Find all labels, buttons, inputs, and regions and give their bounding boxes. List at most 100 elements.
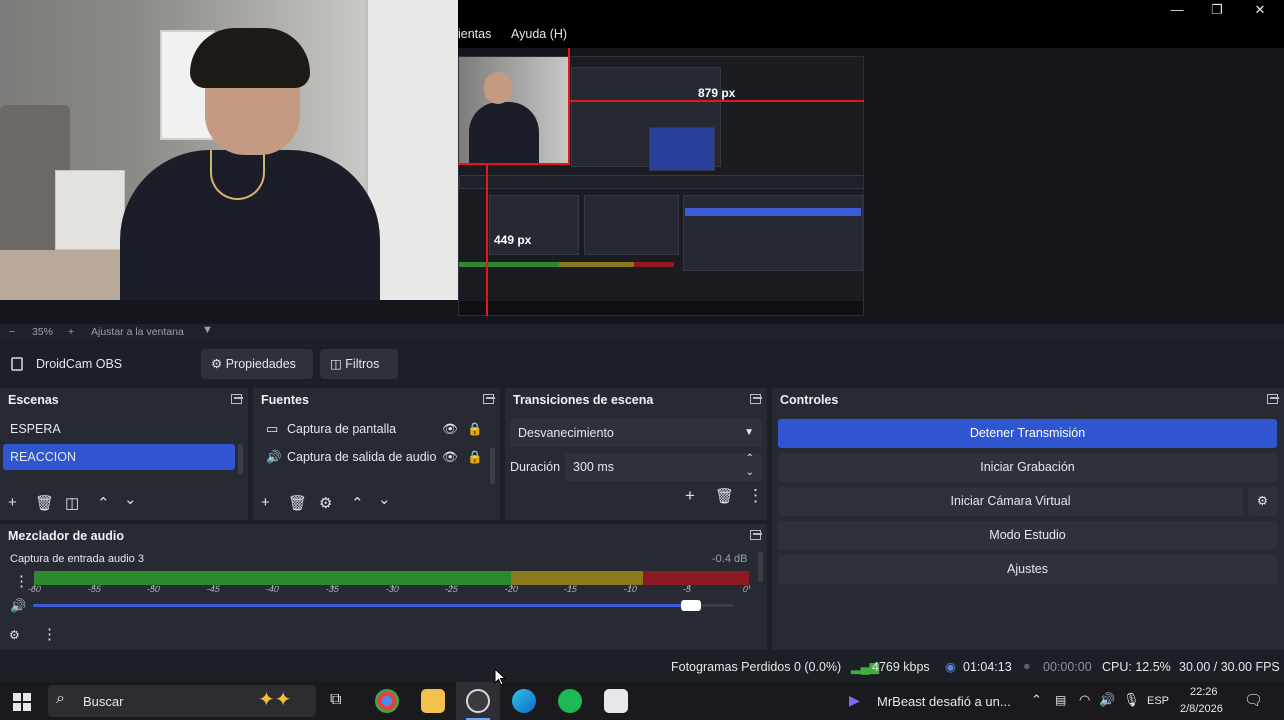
language-indicator[interactable]: ESP <box>1147 695 1169 707</box>
sources-title: Fuentes <box>261 393 309 407</box>
start-virtual-camera-button[interactable]: Iniciar Cámara Virtual <box>778 487 1243 516</box>
close-button[interactable]: ✕ <box>1249 2 1271 18</box>
studio-mode-button[interactable]: Modo Estudio <box>778 521 1277 550</box>
mixer-db-readout: -0.4 dB <box>712 553 748 565</box>
volume-icon[interactable]: 🔊 <box>1099 692 1115 708</box>
trash-icon[interactable]: 🗑 <box>288 494 307 512</box>
tray-icon[interactable]: ▤ <box>1055 693 1066 707</box>
filter-icon[interactable]: ◫ <box>65 494 79 512</box>
minimize-button[interactable]: — <box>1166 2 1188 18</box>
more-options-icon[interactable]: ⋮ <box>747 486 764 506</box>
scenes-title: Escenas <box>8 393 59 407</box>
notification-icon[interactable]: 🗨 <box>1244 691 1263 709</box>
float-dock-icon[interactable] <box>750 394 762 404</box>
settings-button[interactable]: Ajustes <box>778 555 1277 584</box>
mini-taskbar <box>459 301 863 315</box>
transitions-title: Transiciones de escena <box>513 393 654 407</box>
chevron-down-icon: ▼ <box>744 427 754 438</box>
scrollbar[interactable] <box>758 552 763 582</box>
gear-icon: ⚙ <box>1256 494 1269 508</box>
transitions-toolbar: + 🗑 ⋮ <box>685 486 765 508</box>
trash-icon[interactable]: 🗑 <box>715 487 734 505</box>
scrollbar[interactable] <box>490 448 495 484</box>
nested-screen-capture <box>458 56 864 316</box>
menu-help[interactable]: Ayuda (H) <box>511 27 567 41</box>
filters-label: Filtros <box>345 357 380 371</box>
float-dock-icon[interactable] <box>483 394 495 404</box>
scrollbar[interactable] <box>238 444 243 474</box>
lock-icon[interactable]: 🔒 <box>467 416 483 442</box>
search-placeholder: Buscar <box>83 694 124 709</box>
active-source-name: DroidCam OBS <box>36 357 123 371</box>
menu-tools[interactable]: ientas <box>458 27 491 41</box>
chrome-icon[interactable] <box>375 689 399 713</box>
zoom-in-button[interactable]: + <box>68 326 74 338</box>
add-icon[interactable]: + <box>261 494 270 511</box>
chevron-down-icon[interactable]: ▼ <box>202 324 213 336</box>
fit-window-button[interactable]: Ajustar a la ventana <box>91 326 184 338</box>
filters-button[interactable]: ◫ Filtros <box>320 349 398 379</box>
zoom-out-button[interactable]: − <box>9 326 15 338</box>
properties-button[interactable]: ⚙ Propiedades <box>201 349 313 379</box>
meter-tick-label: -25 <box>444 584 460 594</box>
volume-slider-handle[interactable] <box>681 600 701 611</box>
add-icon[interactable]: + <box>685 486 695 506</box>
lock-icon[interactable]: 🔒 <box>467 444 483 470</box>
start-recording-button[interactable]: Iniciar Grabación <box>778 453 1277 482</box>
gear-icon[interactable]: ⚙ <box>319 494 332 512</box>
more-options-icon[interactable]: ⋮ <box>14 572 29 590</box>
obs-icon[interactable] <box>466 689 490 713</box>
transition-select[interactable]: Desvanecimiento ▼ <box>510 419 762 447</box>
eye-icon[interactable]: 👁 <box>442 444 458 470</box>
chevron-down-icon[interactable]: ⌄ <box>124 490 137 508</box>
scenes-toolbar: + 🗑 ◫ ⌃ ⌄ <box>8 491 238 516</box>
shelf-shape <box>55 170 125 250</box>
capcut-icon[interactable] <box>604 689 628 713</box>
stepper-down-icon[interactable]: ⌄ <box>746 459 754 487</box>
mini-meter <box>559 262 634 267</box>
chevron-down-icon[interactable]: ⌄ <box>378 490 391 508</box>
windows-start-icon[interactable] <box>13 693 31 711</box>
eye-icon[interactable]: 👁 <box>442 416 458 442</box>
taskbar-search[interactable]: ⌕ Buscar ✦✦ <box>48 685 316 717</box>
meter-tick-label: -40 <box>265 584 281 594</box>
advanced-audio-icon[interactable]: ⚙ <box>9 628 20 642</box>
float-dock-icon[interactable] <box>1267 394 1279 404</box>
record-icon: ● <box>1023 659 1031 673</box>
source-item[interactable]: 🔊 Captura de salida de audio 👁 🔒 <box>256 444 488 470</box>
scene-item[interactable]: REACCION <box>3 444 235 470</box>
scene-item[interactable]: ESPERA <box>3 416 235 442</box>
task-view-icon[interactable]: ⧉ <box>330 691 341 709</box>
chevron-up-icon[interactable]: ⌃ <box>97 494 110 512</box>
spotify-icon[interactable] <box>558 689 582 713</box>
more-options-icon[interactable]: ⋮ <box>42 625 57 643</box>
transitions-dock: Transiciones de escena Desvanecimiento ▼… <box>505 388 767 520</box>
source-item[interactable]: ▭ Captura de pantalla 👁 🔒 <box>256 416 488 442</box>
wifi-icon[interactable]: ◠ <box>1079 692 1090 708</box>
add-icon[interactable]: + <box>8 494 17 511</box>
float-dock-icon[interactable] <box>231 394 243 404</box>
trash-icon[interactable]: 🗑 <box>35 494 54 512</box>
virtual-camera-settings-button[interactable]: ⚙ <box>1248 487 1277 516</box>
gear-icon: ⚙ <box>211 357 223 371</box>
speaker-icon[interactable]: 🔊 <box>10 598 26 614</box>
microphone-icon[interactable]: 🎙 <box>1123 692 1140 708</box>
measure-line <box>486 163 488 316</box>
dropped-frames: Fotogramas Perdidos 0 (0.0%) <box>671 660 842 674</box>
mouse-cursor-icon <box>494 668 506 686</box>
source-toolbar: DroidCam OBS ⚙ Propiedades ◫ Filtros <box>0 344 1284 384</box>
chevron-up-icon[interactable]: ⌃ <box>1031 692 1042 708</box>
edge-icon[interactable] <box>512 689 536 713</box>
monitor-icon: ▭ <box>266 421 279 436</box>
restore-button[interactable]: ❐ <box>1206 2 1228 18</box>
clock-time[interactable]: 22:26 <box>1190 686 1218 698</box>
file-explorer-icon[interactable] <box>421 689 445 713</box>
float-dock-icon[interactable] <box>750 530 762 540</box>
stop-streaming-button[interactable]: Detener Transmisión <box>778 419 1277 448</box>
chevron-up-icon[interactable]: ⌃ <box>351 494 364 512</box>
clock-date[interactable]: 2/8/2026 <box>1180 703 1223 715</box>
volume-track[interactable] <box>33 604 733 607</box>
zoom-level: 35% <box>32 326 54 338</box>
news-widget[interactable]: MrBeast desafió a un... <box>877 694 1011 709</box>
duration-input[interactable]: 300 ms ⌃ ⌄ <box>565 453 762 481</box>
